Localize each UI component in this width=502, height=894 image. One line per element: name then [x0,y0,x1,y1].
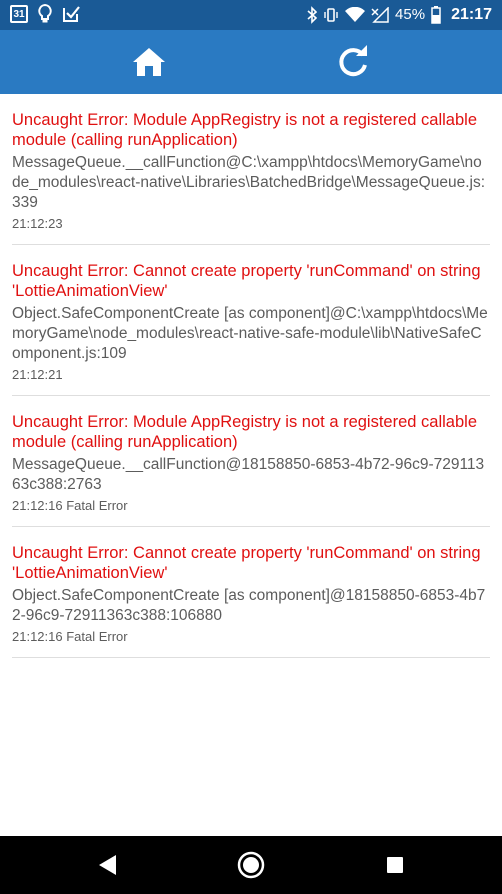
error-title: Uncaught Error: Cannot create property '… [12,262,481,300]
error-timestamp: 21:12:16 Fatal Error [12,498,128,513]
home-nav-button[interactable] [236,850,266,880]
calendar-day: 31 [13,9,25,20]
error-list[interactable]: Uncaught Error: Module AppRegistry is no… [12,94,490,658]
list-item[interactable]: Uncaught Error: Cannot create property '… [12,527,490,658]
navigation-bar [0,836,502,894]
recents-icon [387,857,403,873]
back-icon [99,855,116,875]
battery-percent: 45% [395,6,426,23]
lightbulb-icon [38,4,52,23]
error-title: Uncaught Error: Module AppRegistry is no… [12,111,477,149]
status-bar-notifications: 31 [10,4,80,24]
error-stack: MessageQueue.__callFunction@C:\xampp\htd… [12,154,486,211]
error-title: Uncaught Error: Cannot create property '… [12,544,481,582]
error-stack: MessageQueue.__callFunction@18158850-685… [12,456,485,493]
error-timestamp: 21:12:23 [12,216,63,231]
refresh-icon [339,45,367,77]
toolbar [0,30,502,94]
calendar-icon: 31 [10,5,28,23]
vibrate-icon [324,8,338,22]
checkbox-icon [63,6,80,22]
error-timestamp: 21:12:16 Fatal Error [12,629,128,644]
list-item[interactable]: Uncaught Error: Cannot create property '… [12,245,490,396]
error-timestamp: 21:12:21 [12,367,63,382]
status-bar: 31 45% 21:17 [0,0,502,30]
home-circle-icon [237,851,265,879]
wifi-icon [345,7,366,22]
list-item[interactable]: Uncaught Error: Module AppRegistry is no… [12,94,490,245]
signal-icon [371,7,389,23]
error-stack: Object.SafeComponentCreate [as component… [12,587,486,624]
status-time: 21:17 [451,6,492,23]
refresh-button[interactable] [331,40,375,84]
bluetooth-icon [307,6,318,24]
error-stack: Object.SafeComponentCreate [as component… [12,305,488,362]
back-button[interactable] [93,850,123,880]
home-button[interactable] [127,40,171,84]
list-item[interactable]: Uncaught Error: Module AppRegistry is no… [12,396,490,527]
home-icon [133,48,165,76]
recents-button[interactable] [380,850,410,880]
battery-icon [431,6,441,24]
error-title: Uncaught Error: Module AppRegistry is no… [12,413,477,451]
status-bar-system: 45% 21:17 [307,3,492,27]
